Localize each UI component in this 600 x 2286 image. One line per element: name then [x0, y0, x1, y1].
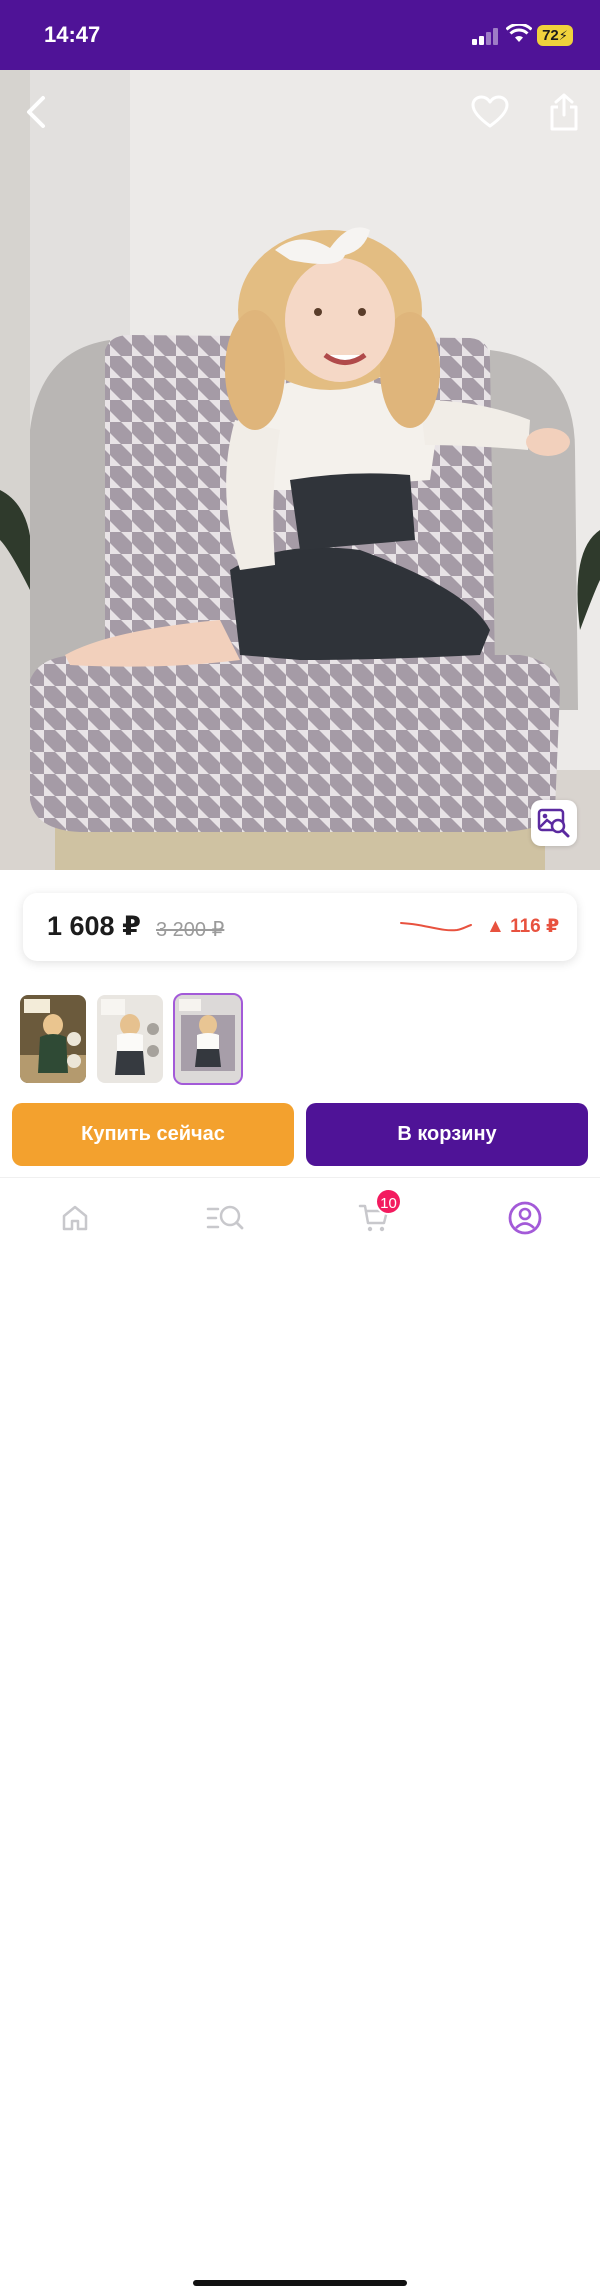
price-card[interactable]: 1 608 ₽ 3 200 ₽ ▲ 116 ₽ [23, 893, 577, 961]
chevron-left-icon [27, 96, 45, 128]
image-search-icon [537, 808, 570, 838]
cellular-signal-icon [472, 27, 500, 45]
buy-now-button[interactable]: Купить сейчас [12, 1103, 294, 1166]
thumbnail-selected[interactable] [173, 993, 243, 1085]
thumbnail-image [97, 995, 163, 1083]
heart-icon [471, 95, 509, 128]
tab-home[interactable] [51, 1194, 99, 1242]
visual-search-button[interactable] [531, 800, 577, 846]
back-button[interactable] [14, 90, 58, 134]
thumbnail-image [175, 995, 241, 1083]
price-change: ▲ 116 ₽ [486, 916, 560, 937]
status-time: 14:47 [44, 22, 101, 47]
product-photo[interactable] [0, 70, 600, 870]
tab-catalog[interactable] [201, 1194, 249, 1242]
status-bar: 14:47 72⚡ [0, 0, 600, 70]
home-icon [62, 1205, 88, 1231]
share-icon [550, 93, 578, 131]
thumbnail[interactable] [20, 995, 86, 1083]
price-current: 1 608 ₽ [47, 911, 141, 941]
profile-icon [508, 1201, 542, 1235]
catalog-search-icon [206, 1205, 244, 1230]
tab-profile[interactable] [501, 1194, 549, 1242]
price-old: 3 200 ₽ [156, 919, 225, 941]
battery-indicator: 72⚡ [537, 25, 573, 46]
battery-level: 72 [542, 27, 559, 44]
price-trend-chart [400, 922, 472, 932]
thumbnail-image [20, 995, 86, 1083]
home-indicator [193, 2280, 407, 2286]
bottom-tab-bar: 10 [0, 1177, 600, 2286]
share-button[interactable] [542, 90, 586, 134]
wifi-icon [506, 24, 532, 42]
product-image [0, 70, 600, 870]
favorite-button[interactable] [468, 90, 512, 134]
add-to-cart-button[interactable]: В корзину [306, 1103, 588, 1166]
cart-count-badge: 10 [375, 1188, 402, 1215]
thumbnail[interactable] [97, 995, 163, 1083]
